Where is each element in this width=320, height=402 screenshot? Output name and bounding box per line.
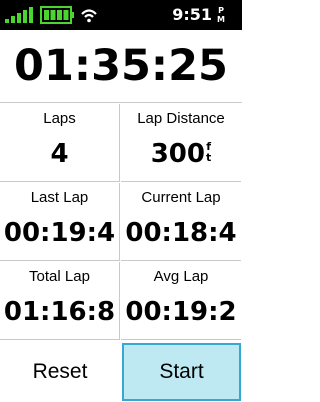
- status-clock: 9:51: [172, 5, 212, 24]
- field-value-wrap: 300f t: [121, 137, 241, 171]
- field-lap-distance: Lap Distance 300f t: [121, 104, 241, 182]
- field-avg-lap: Avg Lap 00:19:2: [121, 262, 241, 340]
- field-current-lap: Current Lap 00:18:4: [121, 183, 241, 261]
- field-label: Current Lap: [141, 189, 221, 206]
- status-ampm: P M: [217, 6, 225, 24]
- field-laps: Laps 4: [0, 104, 120, 182]
- start-button[interactable]: Start: [122, 343, 241, 401]
- data-fields-grid: Laps 4 Lap Distance 300f t Last Lap 00:1…: [0, 104, 242, 340]
- field-total-lap: Total Lap 01:16:8: [0, 262, 120, 340]
- field-value: 00:19:2: [125, 297, 237, 327]
- field-value: 00:18:4: [125, 218, 237, 248]
- field-label: Lap Distance: [137, 110, 225, 127]
- main-timer: 01:35:25: [14, 40, 228, 91]
- unit-label: f t: [206, 140, 212, 164]
- reset-button[interactable]: Reset: [0, 343, 120, 401]
- field-value: 01:16:8: [3, 297, 116, 327]
- field-value: 00:19:4: [3, 218, 116, 248]
- timer-field: 01:35:25: [0, 30, 242, 103]
- field-value: 300: [150, 139, 205, 169]
- status-bar: 9:51 P M: [0, 0, 242, 30]
- field-value: 4: [50, 139, 69, 169]
- wifi-icon: [81, 9, 97, 23]
- signal-icon: [5, 7, 33, 23]
- field-label: Last Lap: [30, 189, 89, 206]
- field-label: Total Lap: [29, 268, 90, 285]
- field-label: Avg Lap: [153, 268, 209, 285]
- battery-icon: [40, 6, 74, 24]
- stopwatch-screen: 9:51 P M 01:35:25 Laps 4 Lap Distance 30…: [0, 0, 242, 402]
- field-last-lap: Last Lap 00:19:4: [0, 183, 120, 261]
- field-label: Laps: [43, 110, 76, 127]
